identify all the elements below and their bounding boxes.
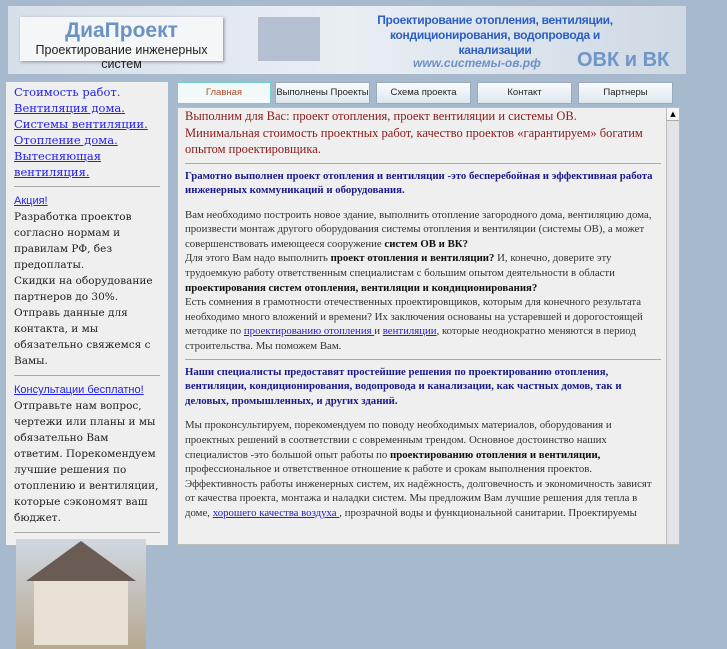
lead-text-2: Наши специалисты предоставят простейшие … xyxy=(185,365,622,407)
heating-design-link[interactable]: проектированию отопления xyxy=(244,325,374,337)
text: Для этого Вам надо выполнить xyxy=(185,252,331,265)
scrollbar[interactable]: ▲ xyxy=(666,108,679,544)
paragraph: Мы проконсультируем, порекомендуем по по… xyxy=(185,418,661,520)
text: и xyxy=(374,325,383,338)
text: , прозрачной воды и функциональной санит… xyxy=(339,506,637,519)
sidebar-link-ventilation-systems[interactable]: Системы вентиляции. xyxy=(14,116,160,132)
bold-text: проектирования систем отопления, вентиля… xyxy=(185,281,538,294)
promo-text-discount: Скидки на оборудование партнеров до 30%.… xyxy=(14,275,153,367)
sidebar-link-home-heating[interactable]: Отопление дома. xyxy=(14,132,160,148)
tab-contact[interactable]: Контакт xyxy=(477,82,572,104)
divider xyxy=(14,186,160,187)
divider xyxy=(185,358,661,360)
scroll-up-arrow-icon[interactable]: ▲ xyxy=(667,108,679,121)
bold-text: проектированию отопления и вентиляции, xyxy=(390,448,601,461)
divider xyxy=(185,162,661,164)
house-systems-image xyxy=(16,539,146,649)
sidebar-link-cost[interactable]: Стоимость работ. xyxy=(14,84,160,100)
logo-title: ДиаПроект xyxy=(65,19,178,42)
logo[interactable]: ДиаПроект Проектирование инженерных сист… xyxy=(20,17,223,71)
brand-text: ОВК и ВК xyxy=(577,49,670,71)
sidebar-link-home-ventilation[interactable]: Вентиляция дома. xyxy=(14,100,160,116)
intro-line: Выполним для Вас: проект отопления, прое… xyxy=(185,109,577,123)
logo-subtitle: Проектирование инженерных систем xyxy=(35,43,208,71)
tab-scheme[interactable]: Схема проекта xyxy=(376,82,471,104)
bold-text: систем ОВ и ВК? xyxy=(384,237,469,250)
house-image xyxy=(258,17,320,61)
intro-line-2: Минимальная стоимость проектных работ, к… xyxy=(185,125,643,157)
tab-partners[interactable]: Партнеры xyxy=(578,82,673,104)
site-url: www.системы-ов.рф xyxy=(413,56,541,70)
divider xyxy=(14,532,160,533)
tab-home[interactable]: Главная xyxy=(177,82,271,104)
bold-text: проект отопления и вентиляции? xyxy=(330,252,495,265)
sidebar-link-displacement-ventilation[interactable]: Вытесняющая вентиляция. xyxy=(14,148,160,180)
paragraph: Есть сомнения в грамотности отечественны… xyxy=(185,295,661,353)
divider xyxy=(14,375,160,376)
promo-text: Разработка проектов согласно нормам и пр… xyxy=(14,211,132,271)
consult-text: Отправьте нам вопрос, чертежи или планы … xyxy=(14,400,159,524)
content-frame[interactable]: Выполним для Вас: проект отопления, прое… xyxy=(177,107,680,545)
sidebar: Стоимость работ. Вентиляция дома. Систем… xyxy=(6,82,168,649)
consult-link[interactable]: Консультации бесплатно! xyxy=(14,382,160,398)
air-quality-link[interactable]: хорошего качества воздуха xyxy=(213,507,340,519)
paragraph: Вам необходимо построить новое здание, в… xyxy=(185,208,661,252)
lead-text: Грамотно выполнен проект отопления и вен… xyxy=(185,169,653,197)
paragraph: Для этого Вам надо выполнить проект отоп… xyxy=(185,251,661,295)
ventilation-link[interactable]: вентиляции xyxy=(383,325,437,337)
tab-projects[interactable]: Выполнены Проекты xyxy=(275,82,370,104)
promo-link[interactable]: Акция! xyxy=(14,193,160,209)
